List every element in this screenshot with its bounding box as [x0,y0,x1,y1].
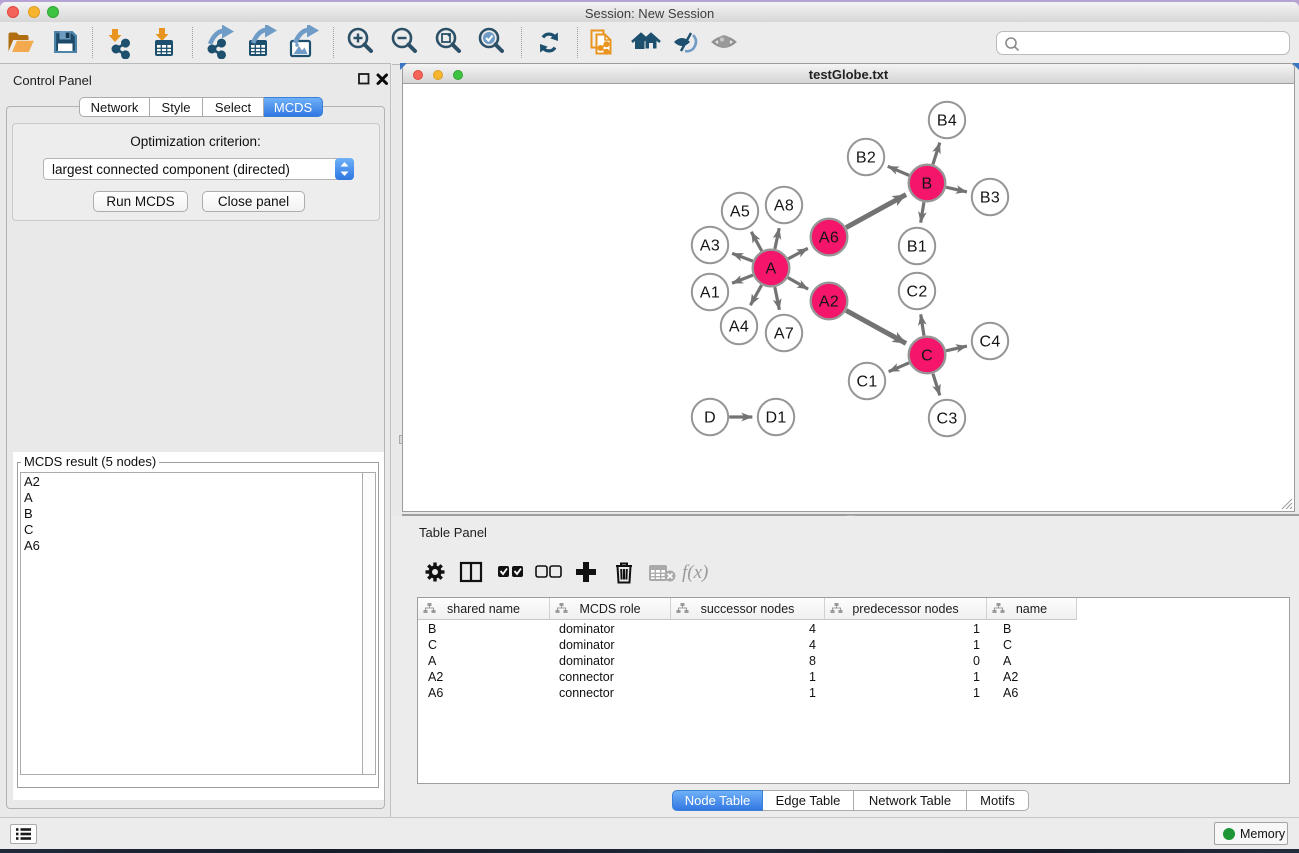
svg-text:A8: A8 [774,198,794,215]
svg-text:B4: B4 [937,113,957,130]
svg-text:A1: A1 [700,285,720,302]
svg-text:B2: B2 [856,150,876,167]
svg-text:B: B [922,176,933,193]
svg-text:f(x): f(x) [682,562,708,583]
svg-text:A4: A4 [729,319,749,336]
svg-text:C4: C4 [979,334,1000,351]
svg-text:C3: C3 [936,411,957,428]
svg-text:C2: C2 [906,284,927,301]
svg-text:A: A [766,261,777,278]
svg-text:A5: A5 [730,204,750,221]
svg-text:C: C [921,348,933,365]
svg-text:B1: B1 [907,239,927,256]
svg-text:A7: A7 [774,326,794,343]
svg-text:D1: D1 [765,410,786,427]
svg-text:A3: A3 [700,238,720,255]
svg-text:A2: A2 [819,294,839,311]
svg-text:B3: B3 [980,190,1000,207]
svg-text:C1: C1 [856,374,877,391]
svg-text:D: D [704,410,716,427]
svg-text:A6: A6 [819,230,839,247]
